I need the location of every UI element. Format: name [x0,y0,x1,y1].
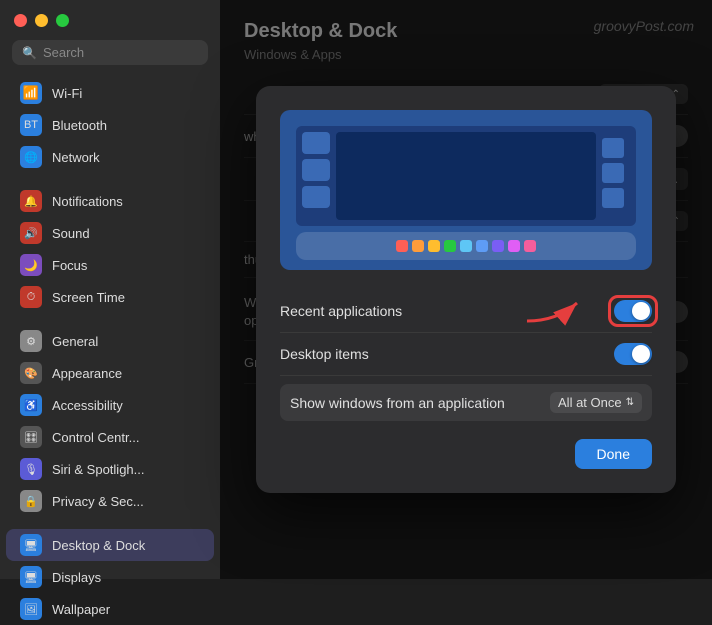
sidebar-label-general: General [52,334,98,349]
modal-dialog: Recent applications [256,86,676,493]
dock-color-dot [412,240,424,252]
sidebar-label-controlcentre: Control Centr... [52,430,139,445]
fullscreen-button[interactable] [56,14,69,27]
sidebar-label-focus: Focus [52,258,87,273]
sidebar-item-accessibility[interactable]: ♿ Accessibility [6,389,214,421]
desktop-items-label: Desktop items [280,346,369,362]
sidebar-item-desktop[interactable]: 🖥 Desktop & Dock [6,529,214,561]
dock-color-dot [396,240,408,252]
sidebar-label-displays: Displays [52,570,101,585]
dock-app-icon-3 [302,186,330,208]
privacy-icon: 🔒 [20,490,42,512]
all-at-once-value: All at Once [558,395,622,410]
dock-right-icons [602,132,630,214]
search-icon: 🔍 [22,46,37,60]
sidebar-label-desktop: Desktop & Dock [52,538,145,553]
recent-apps-toggle[interactable] [614,300,652,322]
sidebar-item-sound[interactable]: 🔊 Sound [6,217,214,249]
dock-color-dot [508,240,520,252]
dock-color-dot [428,240,440,252]
dock-screen [336,132,596,220]
network-icon: 🌐 [20,146,42,168]
sidebar: 🔍 📶 Wi-Fi BT Bluetooth 🌐 Network 🔔 Notif… [0,0,220,579]
focus-icon: 🌙 [20,254,42,276]
sidebar-item-screentime[interactable]: ⏱ Screen Time [6,281,214,313]
sidebar-label-screentime: Screen Time [52,290,125,305]
sidebar-label-appearance: Appearance [52,366,122,381]
sidebar-item-privacy[interactable]: 🔒 Privacy & Sec... [6,485,214,517]
dock-color-dot [476,240,488,252]
sidebar-label-wallpaper: Wallpaper [52,602,110,617]
desktop-items-toggle-knob [632,345,650,363]
dock-preview [280,110,652,270]
minimize-button[interactable] [35,14,48,27]
modal-row-recent-apps: Recent applications [280,290,652,333]
dock-app-column [302,132,330,208]
sidebar-label-bluetooth: Bluetooth [52,118,107,133]
show-windows-label: Show windows from an application [290,395,505,411]
appearance-icon: 🎨 [20,362,42,384]
dock-color-dot [444,240,456,252]
sidebar-label-wifi: Wi-Fi [52,86,82,101]
dock-app-icon-1 [302,132,330,154]
dock-right-icon-2 [602,163,624,183]
wallpaper-icon: 🖼 [20,598,42,620]
sidebar-item-siri[interactable]: 🎙 Siri & Spotligh... [6,453,214,485]
sidebar-item-controlcentre[interactable]: 🎛 Control Centr... [6,421,214,453]
bluetooth-icon: BT [20,114,42,136]
dock-app-icon-2 [302,159,330,181]
recent-apps-toggle-container [614,300,652,322]
search-bar[interactable]: 🔍 [12,40,208,65]
traffic-lights [14,14,69,27]
notifications-icon: 🔔 [20,190,42,212]
general-icon: ⚙ [20,330,42,352]
dock-color-dot [524,240,536,252]
wifi-icon: 📶 [20,82,42,104]
modal-row-desktop-items: Desktop items [280,333,652,376]
search-input[interactable] [43,45,198,60]
sidebar-label-notifications: Notifications [52,194,123,209]
close-button[interactable] [14,14,27,27]
recent-apps-label: Recent applications [280,303,402,319]
displays-icon: 🖥 [20,566,42,588]
sidebar-item-bluetooth[interactable]: BT Bluetooth [6,109,214,141]
dock-color-dot [492,240,504,252]
dock-right-icon-1 [602,138,624,158]
sidebar-label-privacy: Privacy & Sec... [52,494,144,509]
sidebar-label-accessibility: Accessibility [52,398,123,413]
dock-bar [296,232,636,260]
sidebar-label-network: Network [52,150,100,165]
main-content: groovyPost.com Desktop & Dock Windows & … [220,0,712,579]
all-at-once-select[interactable]: All at Once ⇅ [550,392,642,413]
sidebar-item-wifi[interactable]: 📶 Wi-Fi [6,77,214,109]
chevron-updown-icon: ⇅ [626,397,634,408]
modal-overlay: Recent applications [220,0,712,579]
sidebar-item-network[interactable]: 🌐 Network [6,141,214,173]
sidebar-item-displays[interactable]: 🖥 Displays [6,561,214,593]
sidebar-item-wallpaper[interactable]: 🖼 Wallpaper [6,593,214,625]
sidebar-label-sound: Sound [52,226,90,241]
done-button[interactable]: Done [575,439,652,469]
accessibility-icon: ♿ [20,394,42,416]
sidebar-item-focus[interactable]: 🌙 Focus [6,249,214,281]
desktop-items-toggle[interactable] [614,343,652,365]
controlcentre-icon: 🎛 [20,426,42,448]
dock-right-icon-3 [602,188,624,208]
sidebar-label-siri: Siri & Spotligh... [52,462,145,477]
screentime-icon: ⏱ [20,286,42,308]
desktop-icon: 🖥 [20,534,42,556]
show-windows-row: Show windows from an application All at … [280,384,652,421]
siri-icon: 🎙 [20,458,42,480]
sidebar-item-notifications[interactable]: 🔔 Notifications [6,185,214,217]
arrow-indicator [522,293,592,329]
recent-apps-toggle-knob [632,302,650,320]
dock-color-dot [460,240,472,252]
sidebar-item-appearance[interactable]: 🎨 Appearance [6,357,214,389]
dock-preview-inner [296,126,636,226]
sound-icon: 🔊 [20,222,42,244]
sidebar-item-general[interactable]: ⚙ General [6,325,214,357]
